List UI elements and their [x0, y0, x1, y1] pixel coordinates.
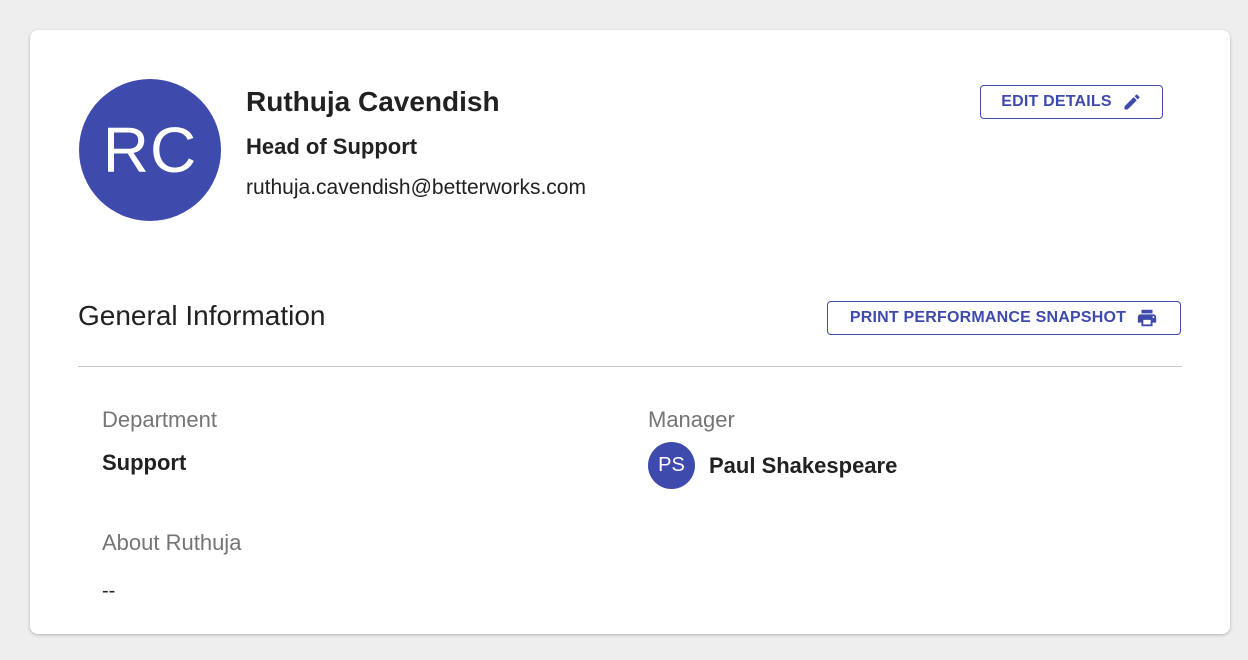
section-title: General Information — [78, 300, 326, 331]
manager-label: Manager — [648, 407, 735, 432]
section-divider — [78, 366, 1182, 367]
edit-details-button[interactable]: EDIT DETAILS — [980, 85, 1163, 119]
profile-email: ruthuja.cavendish@betterworks.com — [246, 176, 586, 199]
profile-name: Ruthuja Cavendish — [246, 86, 500, 117]
pencil-icon — [1122, 92, 1142, 112]
department-label: Department — [102, 407, 217, 432]
about-label: About Ruthuja — [102, 530, 242, 555]
print-snapshot-button[interactable]: PRINT PERFORMANCE SNAPSHOT — [827, 301, 1181, 335]
manager-initials: PS — [658, 454, 685, 476]
edit-details-label: EDIT DETAILS — [1001, 93, 1112, 110]
printer-icon — [1136, 307, 1158, 329]
profile-title: Head of Support — [246, 134, 418, 159]
avatar: RC — [79, 79, 221, 221]
print-snapshot-label: PRINT PERFORMANCE SNAPSHOT — [849, 309, 1127, 326]
manager-name: Paul Shakespeare — [709, 452, 898, 478]
profile-card: RC Ruthuja Cavendish Head of Support rut… — [30, 30, 1230, 634]
manager-row[interactable]: PS Paul Shakespeare — [648, 442, 897, 489]
manager-avatar: PS — [648, 442, 695, 489]
about-value: -- — [102, 580, 116, 602]
department-value: Support — [102, 450, 187, 475]
avatar-initials: RC — [102, 114, 198, 186]
